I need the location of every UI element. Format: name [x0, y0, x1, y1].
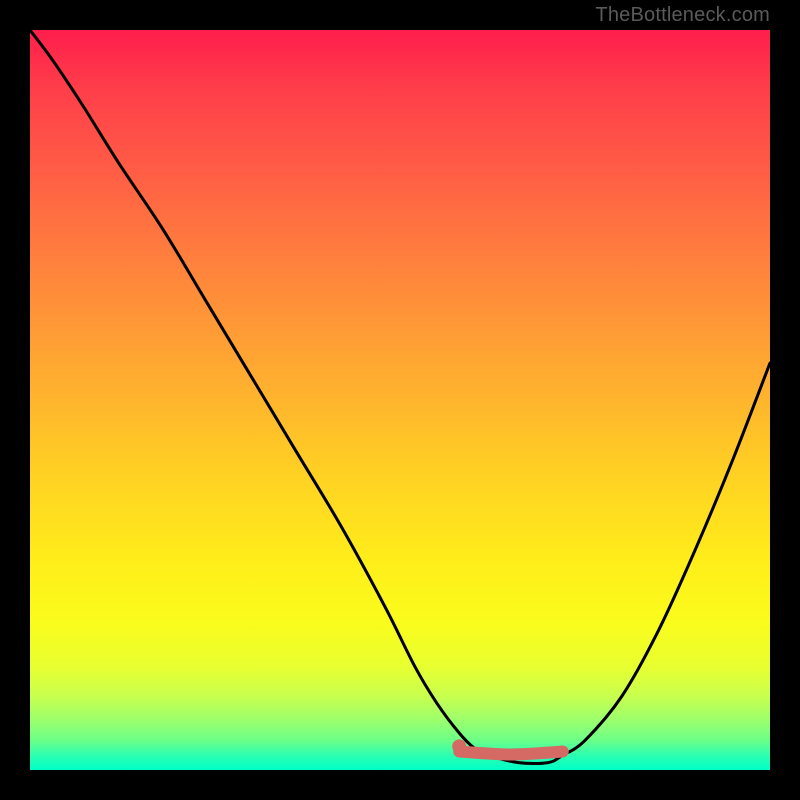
plot-area [30, 30, 770, 770]
optimal-point-marker [452, 739, 466, 753]
bottleneck-curve-path [30, 30, 770, 764]
curve-svg [30, 30, 770, 770]
chart-frame: TheBottleneck.com [0, 0, 800, 800]
optimal-range-marker [459, 752, 563, 755]
watermark-text: TheBottleneck.com [595, 4, 770, 27]
